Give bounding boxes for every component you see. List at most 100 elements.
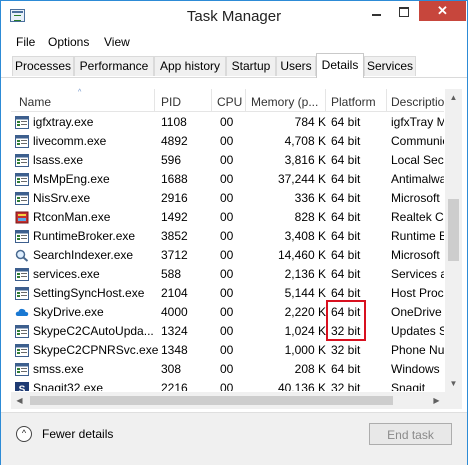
maximize-button[interactable]: [390, 1, 417, 21]
process-memory: 3,816 K: [284, 153, 326, 167]
process-name: SettingSyncHost.exe: [33, 286, 145, 300]
process-memory: 208 K: [294, 362, 326, 376]
menu-file[interactable]: File: [16, 35, 35, 49]
table-row[interactable]: SkypeC2CAutoUpda... 1324 00 1,024 K 32 bit Up…: [11, 322, 444, 341]
process-name: services.exe: [33, 267, 100, 281]
process-description: Updates Skype: [391, 324, 444, 338]
tab-performance[interactable]: Performance: [74, 56, 154, 76]
column-divider[interactable]: [245, 89, 246, 111]
tab-services[interactable]: Services: [364, 56, 416, 76]
table-row[interactable]: NisSrv.exe 2916 00 336 K 64 bit Microsoft: [11, 189, 444, 208]
process-pid: 1348: [161, 343, 188, 357]
app-window-icon: [15, 325, 29, 338]
tab-users[interactable]: Users: [276, 56, 316, 76]
process-cpu: 00: [220, 324, 234, 338]
process-cpu: 00: [220, 267, 234, 281]
table-row[interactable]: RuntimeBroker.exe 3852 00 3,408 K 64 bit Runt…: [11, 227, 444, 246]
column-divider[interactable]: [154, 89, 155, 111]
process-pid: 1688: [161, 172, 188, 186]
process-cpu: 00: [220, 362, 234, 376]
column-header-pid[interactable]: PID: [161, 89, 211, 111]
app-window-icon: [15, 116, 29, 129]
process-description: Realtek Card: [391, 210, 444, 224]
horizontal-scroll-thumb[interactable]: [30, 396, 393, 405]
process-platform: 64 bit: [331, 248, 361, 262]
vertical-scroll-thumb[interactable]: [448, 199, 459, 261]
fewer-details-link[interactable]: Fewer details: [42, 427, 113, 441]
column-header-platform[interactable]: Platform: [331, 89, 386, 111]
process-name: RtconMan.exe: [33, 210, 111, 224]
table-row[interactable]: SettingSyncHost.exe 2104 00 5,144 K 64 bit Ho…: [11, 284, 444, 303]
menu-bar: File Options View: [1, 31, 467, 53]
column-divider[interactable]: [211, 89, 212, 111]
column-header-cpu[interactable]: CPU: [217, 89, 247, 111]
search-indexer-icon: [15, 249, 29, 262]
process-platform: 64 bit: [331, 210, 361, 224]
process-description: OneDrive: [391, 305, 442, 319]
process-pid: 1492: [161, 210, 188, 224]
table-row[interactable]: smss.exe 308 00 208 K 64 bit Windows: [11, 360, 444, 379]
process-platform: 64 bit: [331, 153, 361, 167]
process-platform: 64 bit: [331, 191, 361, 205]
column-divider[interactable]: [325, 89, 326, 111]
horizontal-scrollbar[interactable]: ◀ ▶: [11, 392, 445, 409]
process-platform: 64 bit: [331, 134, 361, 148]
tab-app-history[interactable]: App history: [154, 56, 226, 76]
process-cpu: 00: [220, 305, 234, 319]
menu-options[interactable]: Options: [48, 35, 89, 49]
process-pid: 588: [161, 267, 182, 281]
footer-bar: ^ Fewer details End task: [1, 412, 467, 465]
process-pid: 308: [161, 362, 182, 376]
app-window-icon: [15, 192, 29, 205]
tab-startup[interactable]: Startup: [226, 56, 276, 76]
realtek-icon: [15, 211, 29, 224]
process-description: Snagit: [391, 381, 426, 391]
process-cpu: 00: [220, 229, 234, 243]
process-pid: 4000: [161, 305, 188, 319]
process-pid: 2216: [161, 381, 188, 391]
table-row[interactable]: RtconMan.exe 1492 00 828 K 64 bit Realtek Car…: [11, 208, 444, 227]
process-platform: 64 bit: [331, 267, 361, 281]
process-cpu: 00: [220, 191, 234, 205]
table-row[interactable]: SkypeC2CPNRSvc.exe 1348 00 1,000 K 32 bit Pho…: [11, 341, 444, 360]
close-button[interactable]: ✕: [419, 1, 466, 21]
column-header-description[interactable]: Description: [391, 89, 444, 111]
app-window-icon: [15, 173, 29, 186]
table-row[interactable]: SearchIndexer.exe 3712 00 14,460 K 64 bit Mic…: [11, 246, 444, 265]
column-header-memory[interactable]: Memory (p...: [251, 89, 326, 111]
process-memory: 2,220 K: [284, 305, 326, 319]
column-header-name[interactable]: Name: [19, 89, 154, 111]
table-row[interactable]: SkyDrive.exe 4000 00 2,220 K 64 bit OneDrive: [11, 303, 444, 322]
table-row[interactable]: S Snagit32.exe 2216 00 40,136 K 32 bit Snagit: [11, 379, 444, 391]
svg-text:S: S: [19, 385, 26, 392]
table-row[interactable]: services.exe 588 00 2,136 K 64 bit Services a…: [11, 265, 444, 284]
tab-details[interactable]: Details: [316, 53, 364, 78]
title-bar[interactable]: Task Manager ✕: [1, 1, 467, 31]
table-row[interactable]: MsMpEng.exe 1688 00 37,244 K 64 bit Antimalwa…: [11, 170, 444, 189]
process-cpu: 00: [220, 248, 234, 262]
scroll-up-icon[interactable]: ▲: [445, 89, 462, 106]
end-task-button[interactable]: End task: [369, 423, 452, 445]
scroll-right-icon[interactable]: ▶: [428, 392, 445, 409]
vertical-scrollbar[interactable]: ▲ ▼: [445, 89, 462, 392]
process-cpu: 00: [220, 210, 234, 224]
table-row[interactable]: igfxtray.exe 1108 00 784 K 64 bit igfxTray Mo…: [11, 113, 444, 132]
scroll-left-icon[interactable]: ◀: [11, 392, 28, 409]
process-memory: 3,408 K: [284, 229, 326, 243]
chevron-up-circle-icon[interactable]: ^: [16, 426, 32, 442]
table-row[interactable]: lsass.exe 596 00 3,816 K 64 bit Local Securit…: [11, 151, 444, 170]
menu-view[interactable]: View: [104, 35, 130, 49]
table-row[interactable]: livecomm.exe 4892 00 4,708 K 64 bit Communica…: [11, 132, 444, 151]
process-pid: 2916: [161, 191, 188, 205]
column-divider[interactable]: [386, 89, 387, 111]
process-memory: 14,460 K: [277, 248, 326, 262]
scroll-down-icon[interactable]: ▼: [445, 375, 462, 392]
tab-processes[interactable]: Processes: [12, 56, 74, 76]
process-memory: 1,000 K: [284, 343, 326, 357]
process-description: Microsoft: [391, 191, 440, 205]
process-cpu: 00: [220, 134, 234, 148]
app-window-icon: [15, 135, 29, 148]
app-window-icon: [15, 154, 29, 167]
process-cpu: 00: [220, 115, 234, 129]
minimize-button[interactable]: [363, 1, 390, 21]
